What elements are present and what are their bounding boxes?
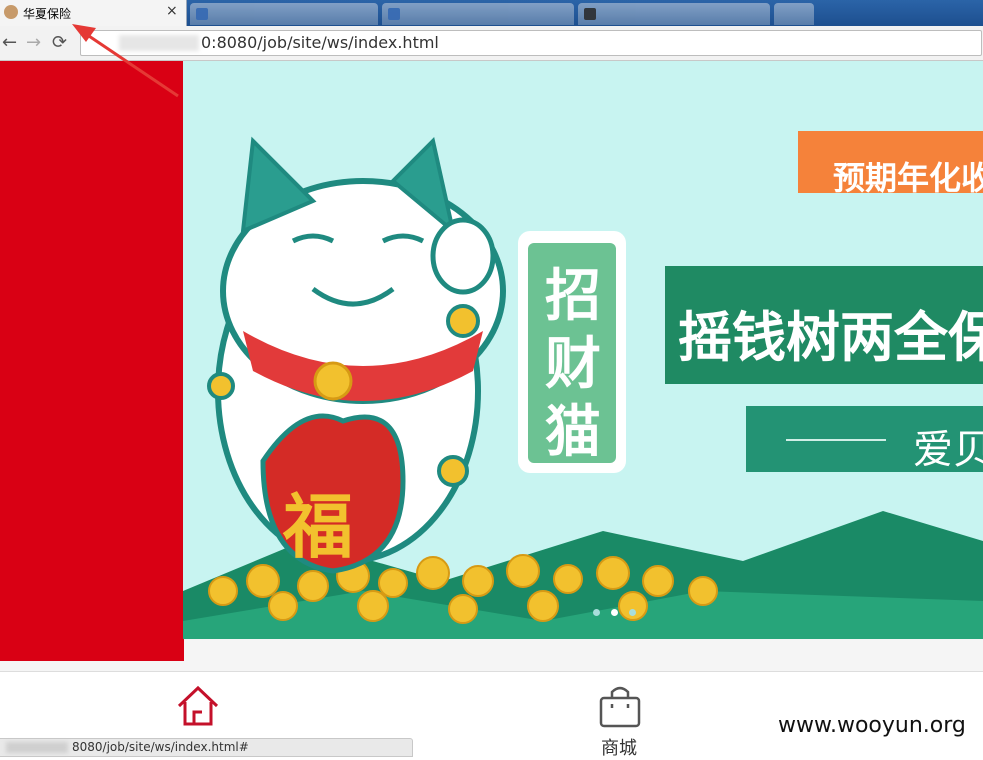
tab-inactive-3[interactable]	[578, 3, 770, 25]
page-content: 福 招 财 猫 预期年化收 摇钱树两全保 爱贝	[0, 61, 983, 671]
home-icon	[177, 685, 219, 726]
annotation-arrow-icon	[72, 24, 179, 98]
slider-dot-active[interactable]	[611, 609, 619, 616]
url-input[interactable]: 0:8080/job/site/ws/index.html	[80, 30, 982, 56]
watermark: www.wooyun.org	[778, 713, 966, 738]
slider-dot[interactable]	[593, 609, 600, 616]
nav-label-shop: 商城	[601, 738, 637, 759]
slider-dot[interactable]	[629, 609, 637, 616]
page-icon	[584, 8, 596, 20]
slider-dots	[593, 601, 642, 620]
tab-inactive-2[interactable]	[382, 3, 574, 25]
fu-character: 福	[283, 486, 353, 568]
promo-banner[interactable]: 福 招 财 猫 预期年化收 摇钱树两全保 爱贝	[183, 61, 983, 639]
red-side-panel	[0, 61, 184, 661]
url-text: 0:8080/job/site/ws/index.html	[201, 33, 439, 52]
status-bar: 8080/job/site/ws/index.html#	[0, 738, 413, 757]
status-url: 8080/job/site/ws/index.html#	[72, 740, 249, 754]
cat-sign-char-3: 猫	[545, 400, 601, 465]
page-icon	[388, 8, 400, 20]
nav-item-shop[interactable]: 商城	[559, 672, 679, 759]
subtitle-divider	[786, 439, 886, 441]
tab-inactive-1[interactable]	[190, 3, 378, 25]
banner-subtitle: 爱贝	[913, 427, 983, 473]
status-redacted	[6, 742, 68, 753]
new-tab-button[interactable]	[774, 3, 814, 25]
banner-title: 摇钱树两全保	[678, 306, 983, 369]
ribbon-text: 预期年化收	[833, 159, 983, 197]
shopping-bag-icon	[599, 686, 641, 728]
